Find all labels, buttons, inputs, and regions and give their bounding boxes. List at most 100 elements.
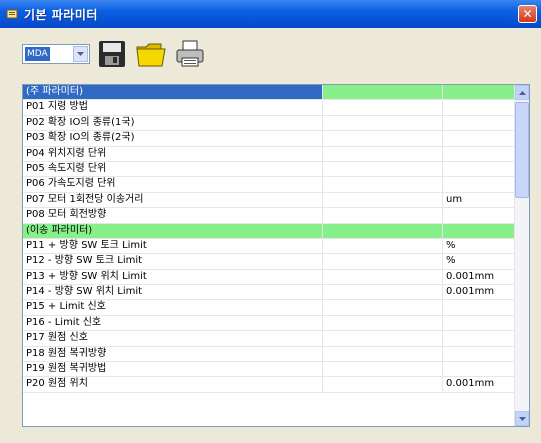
- parameter-name-cell: (이송 파라미터): [23, 223, 323, 238]
- parameter-name-cell: P12 - 방향 SW 토크 Limit: [23, 254, 323, 269]
- parameter-unit-cell: 0.001mm: [446, 286, 495, 298]
- parameter-value-cell[interactable]: [323, 300, 443, 315]
- table-row[interactable]: P01 지령 방법: [23, 100, 515, 116]
- section-row[interactable]: (이송 파라미터): [23, 223, 515, 239]
- parameter-name-cell: P18 원점 복귀방향: [23, 346, 323, 362]
- parameter-grid[interactable]: (주 파라미터) P01 지령 방법 P02 확장 IO의 종류(1국) P03 확장…: [22, 84, 530, 427]
- table-row[interactable]: P08 모터 회전방향: [23, 208, 515, 224]
- parameter-name-cell: P04 위치지령 단위: [23, 146, 323, 161]
- vertical-scrollbar[interactable]: [514, 85, 529, 426]
- parameter-name-cell: P19 원점 복귀방법: [23, 362, 323, 377]
- parameter-unit-cell: [443, 162, 515, 176]
- print-button[interactable]: [173, 37, 207, 71]
- parameter-value-cell[interactable]: [323, 115, 443, 131]
- parameter-unit-cell: %: [446, 255, 456, 267]
- table-row[interactable]: P04 위치지령 단위: [23, 146, 515, 162]
- parameter-name-cell: (주 파라미터): [23, 85, 323, 100]
- parameter-value-cell[interactable]: [323, 208, 443, 223]
- parameter-value-cell[interactable]: [323, 285, 443, 300]
- parameter-value-cell[interactable]: [323, 223, 443, 238]
- parameter-unit-cell: [443, 347, 515, 361]
- parameter-unit-cell: [443, 300, 515, 314]
- floppy-disk-icon: [99, 41, 125, 67]
- parameter-unit-cell: [443, 147, 515, 161]
- parameter-value-cell[interactable]: [323, 362, 443, 377]
- table-row[interactable]: P18 원점 복귀방향: [23, 346, 515, 363]
- table-row[interactable]: P15 + Limit 신호: [23, 300, 515, 316]
- parameter-value-cell[interactable]: [323, 161, 443, 177]
- parameter-name-cell: P13 + 방향 SW 위치 Limit: [23, 269, 323, 285]
- parameter-value-cell[interactable]: [323, 100, 443, 115]
- scroll-up-button[interactable]: [515, 85, 529, 100]
- parameter-unit-cell: um: [446, 193, 463, 205]
- table-row[interactable]: P11 + 방향 SW 토크 Limit%: [23, 238, 515, 255]
- table-row[interactable]: P14 - 방향 SW 위치 Limit 0.001mm: [23, 285, 515, 301]
- toolbar: MDA: [22, 34, 207, 74]
- printer-icon: [176, 40, 204, 67]
- parameter-value-cell[interactable]: [323, 254, 443, 269]
- parameter-name-cell: P14 - 방향 SW 위치 Limit: [23, 285, 323, 300]
- parameter-name-cell: P15 + Limit 신호: [23, 300, 323, 315]
- parameter-name-cell: P06 가속도지령 단위: [23, 177, 323, 192]
- table-row[interactable]: P20 원점 위치 0.001mm: [23, 377, 515, 393]
- table-row[interactable]: P03 확장 IO의 종류(2국): [23, 131, 515, 147]
- group-header-row[interactable]: (주 파라미터): [23, 85, 515, 101]
- parameter-window: 기본 파라미터 ✕ MDA (주 파라미터) P01 지령 방법 P02 확장 …: [0, 0, 541, 443]
- table-row[interactable]: P16 - Limit 신호: [23, 315, 515, 332]
- parameter-value-cell[interactable]: [323, 238, 443, 254]
- parameter-value-cell[interactable]: [323, 315, 443, 331]
- table-row[interactable]: P07 모터 1회전당 이송거리 um: [23, 192, 515, 209]
- table-row[interactable]: P02 확장 IO의 종류(1국): [23, 115, 515, 132]
- parameter-value-cell[interactable]: [323, 146, 443, 161]
- app-icon: [6, 8, 18, 20]
- parameter-name-cell: P11 + 방향 SW 토크 Limit: [23, 238, 323, 254]
- window-title: 기본 파라미터: [24, 7, 98, 22]
- parameter-value-cell[interactable]: [323, 346, 443, 362]
- parameter-rows: (주 파라미터) P01 지령 방법 P02 확장 IO의 종류(1국) P03 확장…: [23, 85, 515, 393]
- parameter-value-cell[interactable]: [323, 377, 443, 392]
- close-button[interactable]: ✕: [518, 5, 537, 23]
- parameter-unit-cell: [443, 131, 515, 145]
- scroll-down-button[interactable]: [515, 411, 529, 426]
- parameter-name-cell: P08 모터 회전방향: [23, 208, 323, 223]
- parameter-unit-cell: [443, 224, 515, 238]
- parameter-unit-cell: 0.001mm: [446, 378, 495, 390]
- parameter-name-cell: P16 - Limit 신호: [23, 315, 323, 331]
- table-row[interactable]: P19 원점 복귀방법: [23, 362, 515, 378]
- parameter-unit-cell: [443, 116, 515, 130]
- parameter-value-cell[interactable]: [323, 85, 443, 100]
- parameter-name-cell: P07 모터 1회전당 이송거리: [23, 192, 323, 208]
- mode-select-value: MDA: [25, 47, 50, 61]
- parameter-name-cell: P02 확장 IO의 종류(1국): [23, 115, 323, 131]
- table-row[interactable]: P06 가속도지령 단위: [23, 177, 515, 193]
- chevron-down-icon[interactable]: [73, 46, 88, 62]
- open-folder-button[interactable]: [134, 37, 168, 71]
- parameter-name-cell: P20 원점 위치: [23, 377, 323, 392]
- mode-select[interactable]: MDA: [22, 44, 90, 64]
- parameter-unit-cell: [443, 100, 515, 114]
- parameter-name-cell: P17 원점 신호: [23, 331, 323, 346]
- parameter-unit-cell: %: [446, 239, 456, 251]
- parameter-value-cell[interactable]: [323, 177, 443, 192]
- parameter-value-cell[interactable]: [323, 331, 443, 346]
- parameter-value-cell[interactable]: [323, 131, 443, 146]
- parameter-unit-cell: [443, 362, 515, 376]
- table-row[interactable]: P17 원점 신호: [23, 331, 515, 347]
- table-row[interactable]: P12 - 방향 SW 토크 Limit%: [23, 254, 515, 270]
- parameter-name-cell: P05 속도지령 단위: [23, 161, 323, 177]
- parameter-unit-cell: [443, 331, 515, 345]
- parameter-unit-cell: 0.001mm: [446, 270, 495, 282]
- table-row[interactable]: P13 + 방향 SW 위치 Limit 0.001mm: [23, 269, 515, 286]
- parameter-name-cell: P03 확장 IO의 종류(2국): [23, 131, 323, 146]
- parameter-unit-cell: [443, 316, 515, 330]
- folder-icon: [136, 43, 166, 67]
- scroll-thumb[interactable]: [515, 102, 529, 198]
- parameter-unit-cell: [443, 177, 515, 191]
- parameter-value-cell[interactable]: [323, 192, 443, 208]
- save-button[interactable]: [95, 37, 129, 71]
- parameter-value-cell[interactable]: [323, 269, 443, 285]
- parameter-unit-cell: [443, 208, 515, 222]
- parameter-name-cell: P01 지령 방법: [23, 100, 323, 115]
- title-bar[interactable]: 기본 파라미터 ✕: [0, 0, 541, 28]
- table-row[interactable]: P05 속도지령 단위: [23, 161, 515, 178]
